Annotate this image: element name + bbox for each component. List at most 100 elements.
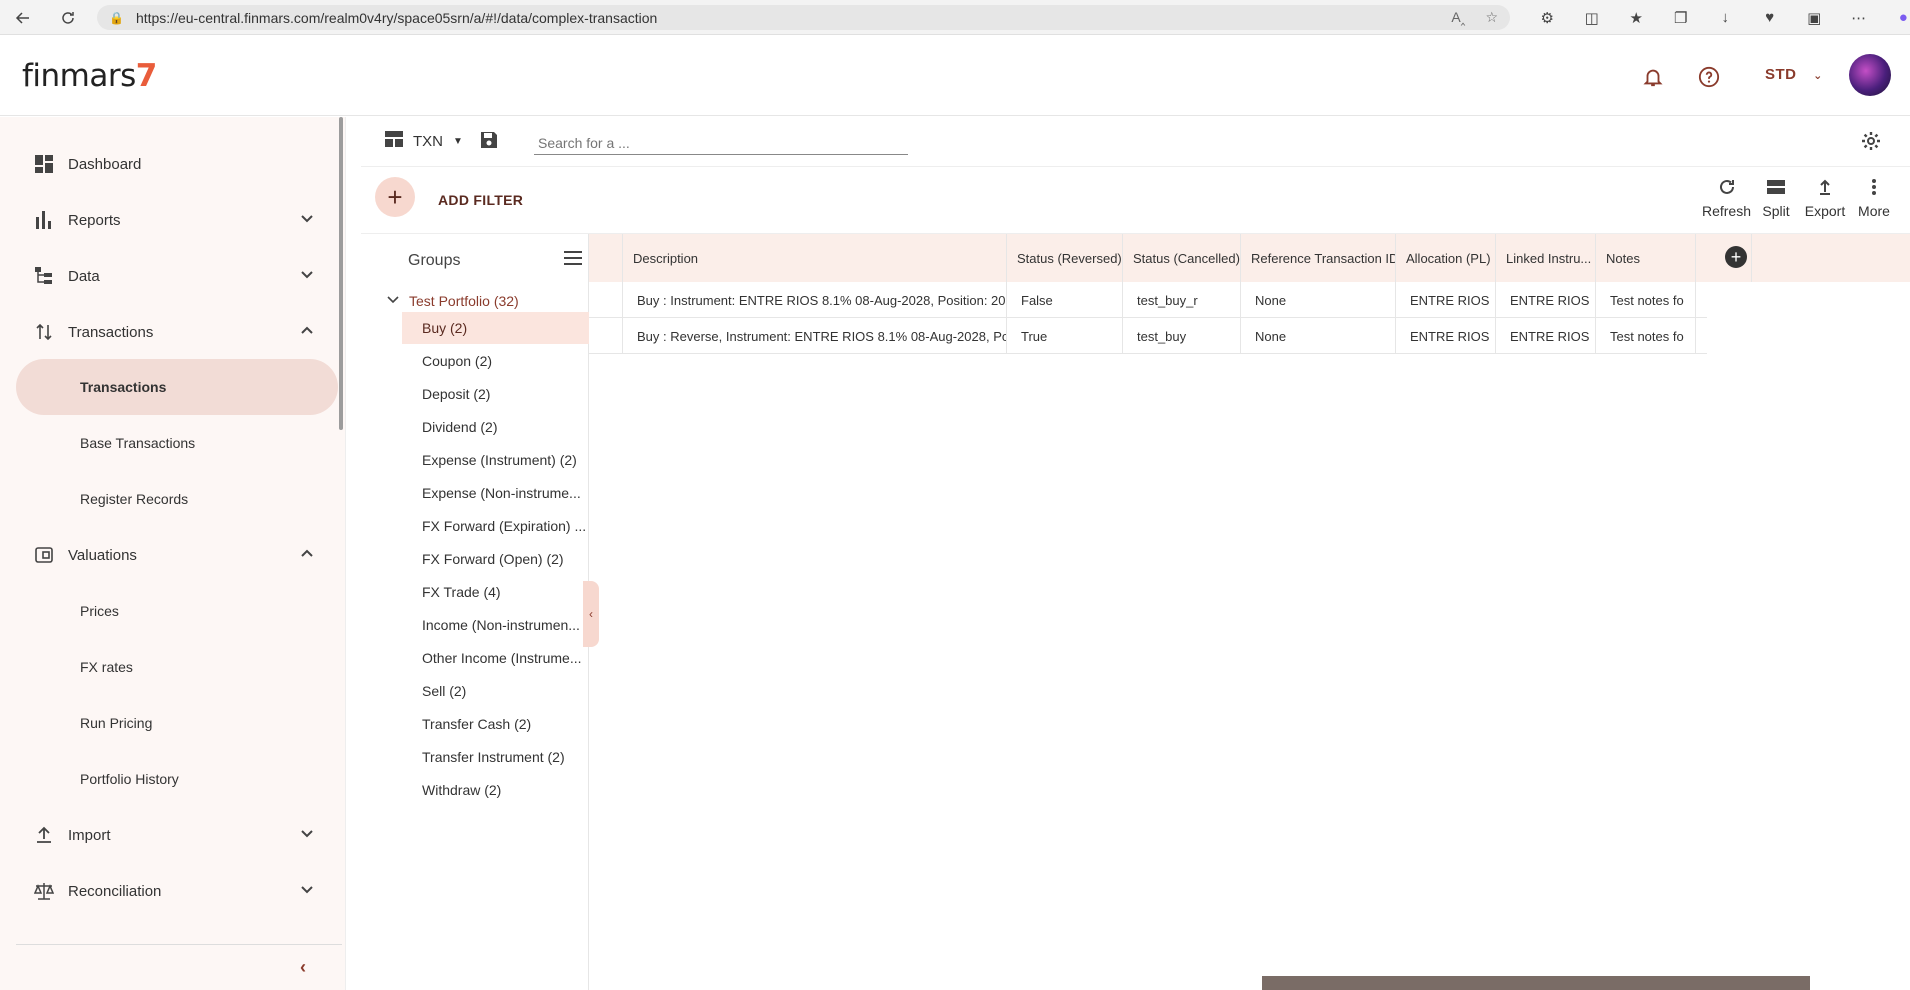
- column-header[interactable]: Description: [623, 234, 1007, 282]
- column-header[interactable]: Status (Reversed): [1007, 234, 1123, 282]
- settings-gear-icon[interactable]: [1861, 131, 1881, 156]
- group-item[interactable]: FX Forward (Open) (2): [402, 543, 589, 575]
- search-input[interactable]: [534, 127, 908, 155]
- add-filter-button[interactable]: ADD FILTER: [438, 192, 523, 208]
- group-item[interactable]: Deposit (2): [402, 378, 589, 410]
- group-item[interactable]: Transfer Instrument (2): [402, 741, 589, 773]
- back-icon[interactable]: [6, 0, 40, 35]
- column-header[interactable]: Reference Transaction ID: [1241, 234, 1396, 282]
- group-item[interactable]: Transfer Cash (2): [402, 708, 589, 740]
- notifications-bell-icon[interactable]: [1638, 62, 1668, 92]
- sidebar-item-reports[interactable]: Reports: [0, 192, 338, 248]
- chevron-down-icon: [300, 882, 314, 901]
- add-column-plus-icon[interactable]: +: [1725, 246, 1747, 268]
- sidebar-item-transactions-group[interactable]: Transactions: [0, 304, 338, 360]
- more-button[interactable]: More: [1850, 178, 1898, 219]
- table-cell: ENTRE RIOS: [1496, 282, 1596, 318]
- save-icon[interactable]: [479, 130, 499, 155]
- sidebar-item-register-records[interactable]: Register Records: [0, 471, 338, 527]
- sidebar-item-label: Register Records: [80, 491, 189, 507]
- column-header[interactable]: Status (Cancelled): [1123, 234, 1241, 282]
- group-item[interactable]: Income (Non-instrumen...: [402, 609, 589, 641]
- group-item[interactable]: Coupon (2): [402, 345, 589, 377]
- sidebar-divider: [16, 944, 342, 945]
- table-cell: ENTRE RIOS: [1396, 318, 1496, 354]
- table-actions: Refresh Split Export More: [1701, 178, 1898, 219]
- address-bar[interactable]: 🔒 https://eu-central.finmars.com/realm0v…: [97, 5, 1510, 30]
- sidebar-item-data[interactable]: Data: [0, 248, 338, 304]
- help-icon[interactable]: [1694, 62, 1724, 92]
- copilot-icon[interactable]: ●: [1881, 9, 1910, 26]
- finmars-logo[interactable]: finmars7: [22, 58, 157, 94]
- reload-icon[interactable]: [51, 0, 85, 35]
- sidebar-item-valuations[interactable]: Valuations: [0, 527, 338, 583]
- group-item[interactable]: Other Income (Instrume...: [402, 642, 589, 674]
- split-screen-icon[interactable]: ◫: [1570, 9, 1615, 27]
- sidebar-item-label: Base Transactions: [80, 435, 196, 451]
- user-menu-label: STD: [1765, 66, 1797, 83]
- browser-menu-icon[interactable]: ⋯: [1837, 9, 1882, 27]
- collections-icon[interactable]: ❐: [1659, 9, 1704, 27]
- group-item[interactable]: Buy (2): [402, 312, 589, 344]
- sidebar-item-portfolio-history[interactable]: Portfolio History: [0, 751, 338, 807]
- collapse-sidebar-chevron-left-icon[interactable]: ‹: [300, 957, 306, 978]
- split-label: Split: [1762, 203, 1790, 219]
- sidebar-scrollbar[interactable]: [339, 117, 343, 430]
- split-icon: [1766, 178, 1786, 201]
- row-handle-header: [589, 234, 623, 282]
- horizontal-scrollbar[interactable]: [1262, 976, 1810, 990]
- chevron-up-icon: [300, 323, 314, 342]
- logo-text: finmars: [22, 58, 136, 94]
- sidebar-item-label: Run Pricing: [80, 715, 153, 731]
- sidebar-item-import[interactable]: Import: [0, 807, 338, 863]
- refresh-button[interactable]: Refresh: [1701, 178, 1752, 219]
- downloads-icon[interactable]: ↓: [1703, 9, 1748, 26]
- table-cell: test_buy: [1123, 318, 1241, 354]
- group-item[interactable]: Dividend (2): [402, 411, 589, 443]
- chevron-up-icon: [300, 546, 314, 565]
- layout-selector[interactable]: TXN ▼: [385, 131, 463, 151]
- row-handle[interactable]: [589, 318, 623, 354]
- table-row[interactable]: Buy : Instrument: ENTRE RIOS 8.1% 08-Aug…: [589, 282, 1707, 318]
- bar-chart-icon: [33, 209, 55, 231]
- sidebar: Dashboard Reports Data Transactions Tran…: [0, 117, 346, 990]
- extensions-icon[interactable]: ⚙: [1525, 9, 1570, 27]
- avatar[interactable]: [1849, 54, 1891, 96]
- sidebar-item-transactions[interactable]: Transactions: [0, 359, 338, 415]
- group-item[interactable]: Withdraw (2): [402, 774, 589, 806]
- favorites-icon[interactable]: ★: [1614, 9, 1659, 27]
- user-menu-button[interactable]: STD ⌄: [1765, 66, 1823, 83]
- collapse-groups-chevron-left-icon[interactable]: ‹: [583, 581, 599, 647]
- sidebar-item-base-transactions[interactable]: Base Transactions: [0, 415, 338, 471]
- add-filter-plus-icon[interactable]: +: [375, 177, 415, 217]
- sidebar-item-run-pricing[interactable]: Run Pricing: [0, 695, 338, 751]
- sidebar-item-label: Data: [68, 267, 100, 285]
- favorite-star-icon[interactable]: ☆: [1485, 9, 1498, 26]
- group-item[interactable]: FX Trade (4): [402, 576, 589, 608]
- group-item[interactable]: Expense (Non-instrume...: [402, 477, 589, 509]
- sidebar-item-reconciliation[interactable]: Reconciliation: [0, 863, 338, 919]
- group-item[interactable]: Sell (2): [402, 675, 589, 707]
- data-tree-icon: [33, 265, 55, 287]
- sidebar-item-label: Valuations: [68, 546, 137, 564]
- column-header[interactable]: Allocation (PL): [1396, 234, 1496, 282]
- group-root-test-portfolio[interactable]: Test Portfolio (32): [387, 293, 519, 309]
- split-button[interactable]: Split: [1752, 178, 1800, 219]
- group-item[interactable]: Expense (Instrument) (2): [402, 444, 589, 476]
- sidebar-item-fx-rates[interactable]: FX rates: [0, 639, 338, 695]
- sidebar-item-label: Transactions: [68, 323, 154, 341]
- sidebar-item-prices[interactable]: Prices: [0, 583, 338, 639]
- groups-menu-icon[interactable]: [563, 250, 583, 271]
- sidebar-item-dashboard[interactable]: Dashboard: [0, 136, 338, 192]
- row-handle[interactable]: [589, 282, 623, 318]
- group-item[interactable]: FX Forward (Expiration) ...: [402, 510, 589, 542]
- column-header[interactable]: Linked Instru...: [1496, 234, 1596, 282]
- performance-icon[interactable]: ♥: [1748, 9, 1793, 26]
- read-aloud-icon[interactable]: A‸: [1451, 9, 1465, 26]
- column-header[interactable]: Notes: [1596, 234, 1696, 282]
- export-button[interactable]: Export: [1800, 178, 1850, 219]
- dashboard-icon: [33, 153, 55, 175]
- table-row[interactable]: Buy : Reverse, Instrument: ENTRE RIOS 8.…: [589, 318, 1707, 354]
- share-icon[interactable]: ▣: [1792, 9, 1837, 27]
- refresh-icon: [1718, 178, 1736, 201]
